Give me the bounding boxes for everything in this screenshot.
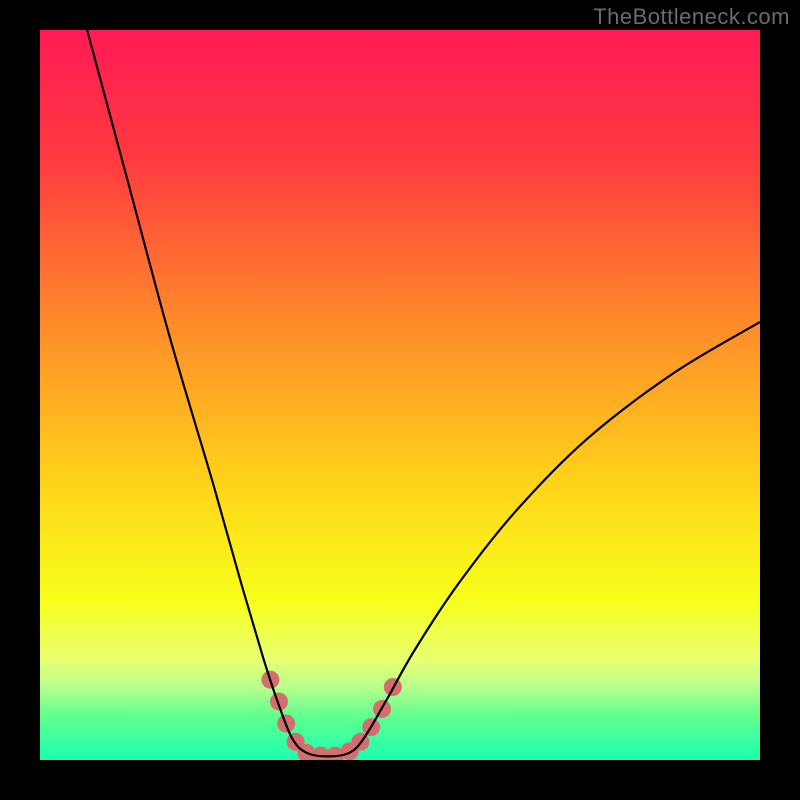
chart-frame: TheBottleneck.com [0,0,800,800]
chart-plot [40,30,760,760]
watermark-text: TheBottleneck.com [593,4,790,30]
chart-background [40,30,760,760]
chart-svg [40,30,760,760]
